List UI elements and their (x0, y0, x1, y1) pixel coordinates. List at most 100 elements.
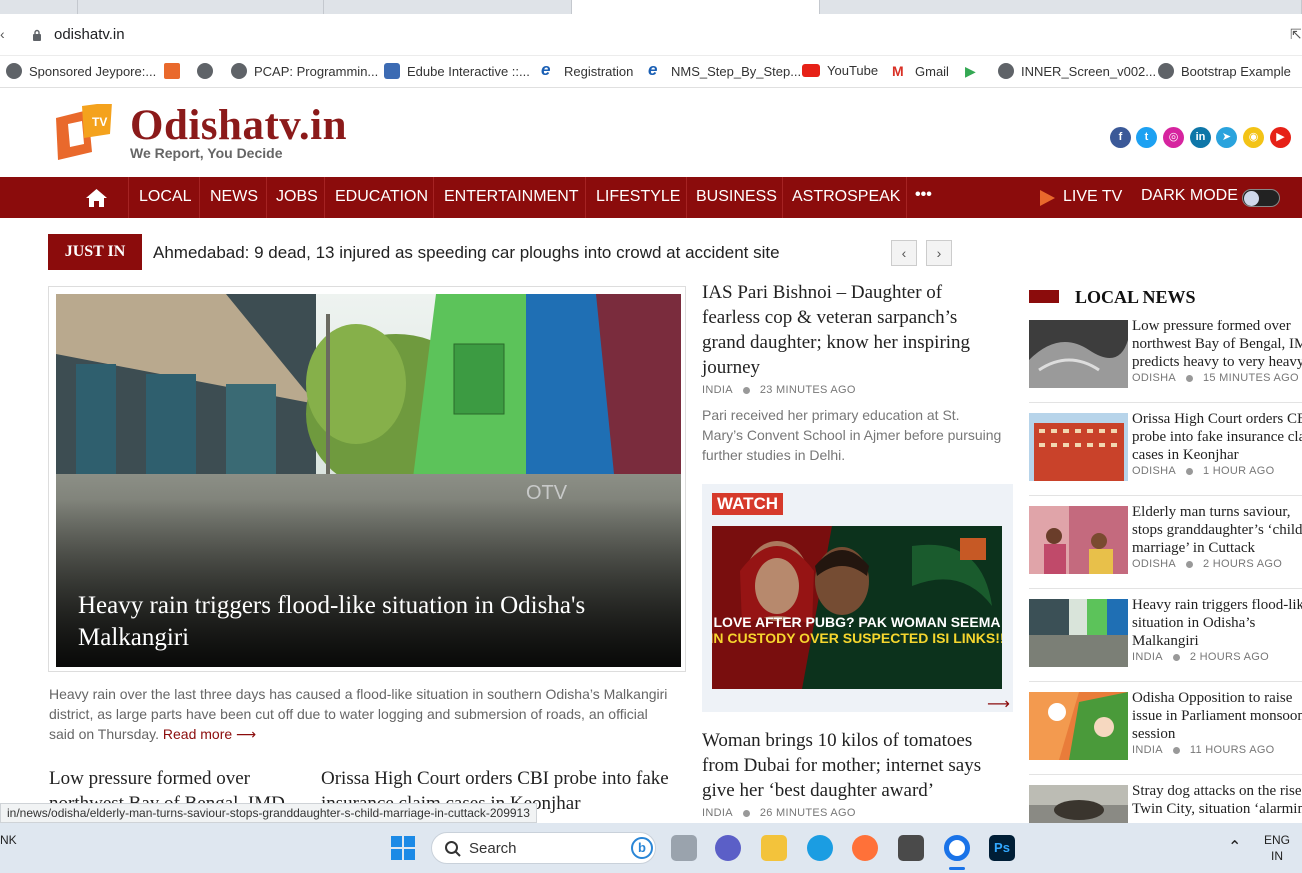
youtube-icon (802, 64, 820, 77)
bookmark-item[interactable]: e NMS_Step_By_Step... (648, 61, 801, 79)
browser-tab-strip (0, 0, 1302, 14)
nav-item-news[interactable]: NEWS (210, 188, 258, 206)
instagram-icon[interactable]: ◎ (1163, 127, 1184, 148)
watch-video-card[interactable]: WATCH LOVE AFTER PUBG? PAK WOMAN SEEMA I… (702, 484, 1013, 714)
live-play-icon[interactable] (1038, 189, 1056, 207)
chevron-up-icon[interactable]: ⌃ (1228, 837, 1241, 857)
teams-chat-icon[interactable] (715, 835, 741, 861)
local-news-item[interactable]: Low pressure formed over northwest Bay o… (1029, 320, 1302, 403)
story-category[interactable]: INDIA (1132, 744, 1163, 756)
bookmark-item[interactable]: Bootstrap Example (1158, 63, 1291, 79)
ticker-headline[interactable]: Ahmedabad: 9 dead, 13 injured as speedin… (153, 243, 780, 263)
bookmark-item[interactable]: e Registration (541, 61, 633, 79)
browser-tab[interactable] (820, 0, 1302, 14)
story-category[interactable]: INDIA (1132, 651, 1163, 663)
home-icon[interactable] (85, 188, 108, 208)
dark-mode-toggle[interactable] (1242, 189, 1280, 207)
start-button[interactable] (391, 836, 415, 860)
globe-icon (1158, 63, 1174, 79)
telegram-icon[interactable]: ➤ (1216, 127, 1237, 148)
nav-item-business[interactable]: BUSINESS (696, 188, 777, 206)
story-category[interactable]: ODISHA (1132, 372, 1176, 384)
bookmark-item[interactable] (164, 63, 187, 79)
bookmark-item[interactable] (197, 63, 220, 79)
video-caption-line1: LOVE AFTER PUBG? PAK WOMAN SEEMA (714, 614, 1001, 630)
edge-browser-icon[interactable] (807, 835, 833, 861)
reload-icon[interactable]: ‹ (0, 26, 5, 42)
file-explorer-icon[interactable] (761, 835, 787, 861)
story-category[interactable]: ODISHA (1132, 558, 1176, 570)
local-news-title[interactable]: Heavy rain triggers flood-like situation… (1132, 599, 1302, 650)
top-story-headline[interactable]: IAS Pari Bishnoi – Daughter of fearless … (702, 280, 1002, 380)
read-more-link[interactable]: Read more ⟶ (163, 726, 256, 742)
live-tv-link[interactable]: LIVE TV (1063, 188, 1122, 206)
nav-item-local[interactable]: LOCAL (139, 188, 191, 206)
sublime-text-icon[interactable] (898, 835, 924, 861)
hero-flood-image[interactable]: OTV Heavy rain triggers flood-like situa… (56, 294, 681, 667)
bookmark-item[interactable]: ▶ (965, 63, 988, 79)
linkedin-icon[interactable]: in (1190, 127, 1211, 148)
story-category[interactable]: INDIA (702, 807, 733, 819)
browser-tab[interactable] (78, 0, 324, 14)
youtube-social-icon[interactable]: ▶ (1270, 127, 1291, 148)
otv-watermark: OTV (526, 482, 568, 504)
gmail-icon: M (892, 63, 904, 79)
arrow-right-icon[interactable]: ⟶ (987, 694, 1010, 714)
browser-tab[interactable] (0, 0, 78, 14)
bookmark-item[interactable]: Sponsored Jeypore:... (6, 63, 156, 79)
local-news-title[interactable]: Odisha Opposition to raise issue in Parl… (1132, 692, 1302, 743)
bookmark-item[interactable]: M Gmail (892, 63, 949, 79)
ticker-prev-button[interactable]: ‹ (891, 240, 917, 266)
story-category[interactable]: INDIA (702, 384, 733, 396)
share-icon[interactable]: ⇱ (1290, 26, 1302, 43)
local-news-item[interactable]: Orissa High Court orders CBI probe into … (1029, 413, 1302, 496)
nav-divider (782, 177, 783, 218)
nav-item-astrospeak[interactable]: ASTROSPEAK (792, 188, 900, 206)
nav-item-lifestyle[interactable]: LIFESTYLE (596, 188, 680, 206)
more-menu-button[interactable]: ••• (915, 186, 932, 204)
task-view-icon[interactable] (671, 835, 697, 861)
photoshop-icon[interactable]: Ps (989, 835, 1015, 861)
local-news-item[interactable]: Elderly man turns saviour, stops grandda… (1029, 506, 1302, 589)
url-text[interactable]: odishatv.in (54, 26, 125, 43)
address-bar[interactable]: ‹ odishatv.in ⇱ (0, 14, 1302, 56)
local-news-title[interactable]: Stray dog attacks on the rise in Twin Ci… (1132, 785, 1302, 818)
bookmark-item[interactable]: Edube Interactive ::... (384, 63, 530, 79)
local-news-title[interactable]: LOCAL NEWS (1075, 287, 1196, 308)
moon-icon (1244, 191, 1259, 206)
twitter-icon[interactable]: t (1136, 127, 1157, 148)
koo-icon[interactable]: ◉ (1243, 127, 1264, 148)
bing-icon[interactable]: b (631, 837, 653, 859)
bookmark-item[interactable]: INNER_Screen_v002... (998, 63, 1156, 79)
watch-video-thumbnail[interactable]: LOVE AFTER PUBG? PAK WOMAN SEEMA IN CUST… (712, 526, 1002, 689)
second-story-headline[interactable]: Woman brings 10 kilos of tomatoes from D… (702, 728, 1002, 803)
firefox-icon[interactable] (852, 835, 878, 861)
browser-tab-active[interactable] (572, 0, 820, 14)
story-headline[interactable]: Low pressure formed over northwest Bay o… (49, 766, 299, 806)
nav-item-education[interactable]: EDUCATION (335, 188, 428, 206)
local-news-title[interactable]: Elderly man turns saviour, stops grandda… (1132, 506, 1302, 557)
otv-logo-icon[interactable]: TV (48, 104, 114, 164)
local-news-item[interactable]: Heavy rain triggers flood-like situation… (1029, 599, 1302, 682)
taskbar-search-box[interactable]: Search b (431, 832, 656, 864)
browser-tab[interactable] (324, 0, 572, 14)
search-icon (445, 841, 461, 857)
site-logo-text[interactable]: Odishatv.in (130, 101, 347, 150)
hero-headline[interactable]: Heavy rain triggers flood-like situation… (78, 590, 668, 654)
facebook-icon[interactable]: f (1110, 127, 1131, 148)
story-category[interactable]: ODISHA (1132, 465, 1176, 477)
nav-item-entertainment[interactable]: ENTERTAINMENT (444, 188, 579, 206)
local-news-title[interactable]: Low pressure formed over northwest Bay o… (1132, 320, 1302, 371)
local-news-item[interactable]: Stray dog attacks on the rise in Twin Ci… (1029, 785, 1302, 823)
hero-story-card[interactable]: OTV Heavy rain triggers flood-like situa… (48, 286, 686, 672)
ticker-next-button[interactable]: › (926, 240, 952, 266)
local-news-item[interactable]: Odisha Opposition to raise issue in Parl… (1029, 692, 1302, 775)
bookmark-item[interactable]: PCAP: Programmin... (231, 63, 378, 79)
local-news-title[interactable]: Orissa High Court orders CBI probe into … (1132, 413, 1302, 464)
grid-icon (164, 63, 180, 79)
nav-item-jobs[interactable]: JOBS (276, 188, 318, 206)
language-indicator[interactable]: ENG IN (1264, 832, 1290, 864)
chrome-icon[interactable] (944, 835, 970, 861)
lock-icon[interactable] (32, 29, 42, 41)
bookmark-item[interactable]: YouTube (802, 63, 878, 78)
